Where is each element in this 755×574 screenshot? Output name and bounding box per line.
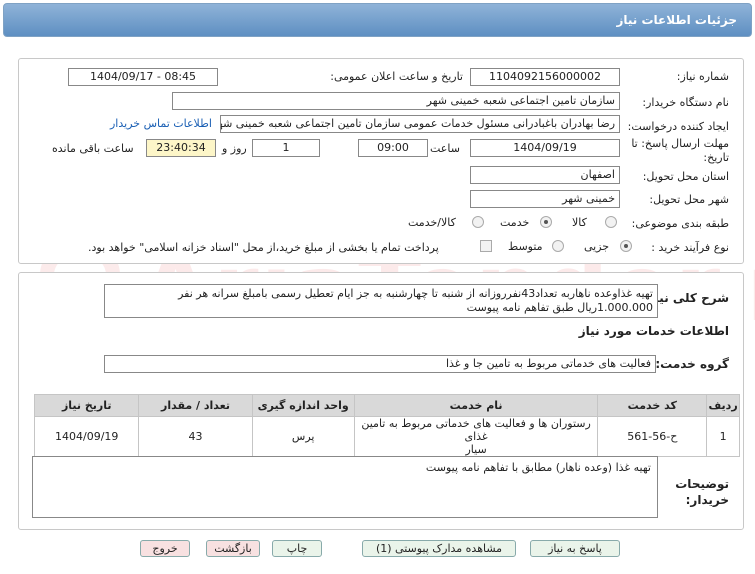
deadline-date-field: 1404/09/19 [470, 139, 620, 157]
services-section-title: اطلاعات خدمات مورد نیاز [578, 324, 729, 338]
col-header-code: کد خدمت [597, 394, 708, 417]
need-number-label: شماره نیاز: [676, 70, 729, 83]
category-label: طبقه بندی موضوعی: [631, 217, 729, 230]
cell-row-number: 1 [706, 416, 740, 457]
print-button[interactable]: چاپ [272, 540, 322, 557]
remaining-label: ساعت باقی مانده [52, 142, 134, 155]
cell-unit: پرس [251, 416, 355, 457]
category-option-goods: کالا [572, 216, 587, 229]
page-title: جزئیات اطلاعات نیاز [616, 13, 737, 27]
back-button[interactable]: بازگشت [206, 540, 260, 557]
process-option-medium: متوسط [508, 240, 543, 253]
creator-label: ایجاد کننده درخواست: [627, 120, 729, 133]
table-header-row: ردیف کد خدمت نام خدمت واحد اندازه گیری ت… [33, 394, 740, 417]
deadline-time-field: 09:00 [358, 139, 428, 157]
process-label: نوع فرآیند خرید : [651, 241, 729, 254]
col-header-qty: تعداد / مقدار [138, 394, 253, 417]
summary-line-2: 1.000.000ریال طبق تفاهم نامه پیوست [466, 301, 653, 314]
respond-button[interactable]: پاسخ به نیاز [530, 540, 620, 557]
cell-qty: 43 [138, 416, 253, 457]
buyer-org-field: سازمان تامین اجتماعی شعبه خمینی شهر [172, 92, 620, 110]
need-number-field: 1104092156000002 [470, 68, 620, 86]
buyer-notes-textarea[interactable]: تهیه غذا (وعده ناهار) مطابق با تفاهم نام… [32, 456, 658, 518]
exit-button[interactable]: خروج [140, 540, 190, 557]
cell-date: 1404/09/19 [33, 416, 140, 457]
announce-label: تاریخ و ساعت اعلان عمومی: [330, 70, 463, 83]
category-option-service: خدمت [500, 216, 530, 229]
province-label: استان محل تحویل: [642, 170, 729, 183]
table-row: 1 ح-56-561 رستوران ها و فعالیت های خدمات… [33, 416, 740, 457]
service-group-label: گروه خدمت: [655, 357, 729, 371]
col-header-row-number: ردیف [706, 394, 740, 417]
buyer-org-label: نام دستگاه خریدار: [642, 96, 729, 109]
view-documents-button[interactable]: مشاهده مدارک پیوستی (1) [362, 540, 516, 557]
buyer-notes-label: توضیحات خریدار: [675, 476, 729, 508]
creator-field: رضا بهادران باغبادرانی مسئول خدمات عمومی… [220, 115, 620, 133]
category-radio-service[interactable] [540, 216, 552, 228]
summary-line-1: تهیه غذاوعده ناهاربه تعداد43نفرروزانه از… [178, 287, 653, 300]
province-field: اصفهان [470, 166, 620, 184]
payment-treasury-checkbox[interactable] [480, 240, 492, 252]
city-label: شهر محل تحویل: [649, 193, 729, 206]
category-radio-goods-service[interactable] [472, 216, 484, 228]
days-field: 1 [252, 139, 320, 157]
deadline-time-label: ساعت [430, 142, 460, 155]
service-group-field: فعالیت های خدماتی مربوط به تامین جا و غذ… [104, 355, 656, 373]
deadline-label: مهلت ارسال پاسخ: تا تاریخ: [631, 137, 729, 164]
cell-name: رستوران ها و فعالیت های خدماتی مربوط به … [353, 416, 599, 457]
col-header-unit: واحد اندازه گیری [251, 394, 355, 417]
category-radio-goods[interactable] [605, 216, 617, 228]
buyer-notes-label-line-1: توضیحات [675, 477, 729, 491]
category-option-goods-service: کالا/خدمت [408, 216, 456, 229]
days-label: روز و [222, 142, 247, 155]
services-table: ردیف کد خدمت نام خدمت واحد اندازه گیری ت… [33, 394, 740, 457]
cell-name-line-2: سیار [465, 443, 487, 456]
summary-textarea[interactable]: تهیه غذاوعده ناهاربه تعداد43نفرروزانه از… [104, 284, 658, 318]
col-header-date: تاریخ نیاز [33, 394, 140, 417]
process-radio-medium[interactable] [552, 240, 564, 252]
announce-field: 1404/09/17 - 08:45 [68, 68, 218, 86]
process-option-minor: جزیی [584, 240, 610, 253]
col-header-name: نام خدمت [353, 394, 599, 417]
contact-buyer-link[interactable]: اطلاعات تماس خریدار [110, 117, 212, 130]
buyer-notes-label-line-2: خریدار: [685, 493, 729, 507]
remaining-time-field: 23:40:34 [146, 139, 216, 157]
cell-code: ح-56-561 [597, 416, 708, 457]
page-header: جزئیات اطلاعات نیاز [3, 3, 752, 37]
process-radio-minor[interactable] [620, 240, 632, 252]
cell-name-line-1: رستوران ها و فعالیت های خدماتی مربوط به … [361, 417, 591, 443]
payment-note: پرداخت تمام یا بخشی از مبلغ خرید،از محل … [88, 241, 439, 254]
city-field: خمینی شهر [470, 190, 620, 208]
